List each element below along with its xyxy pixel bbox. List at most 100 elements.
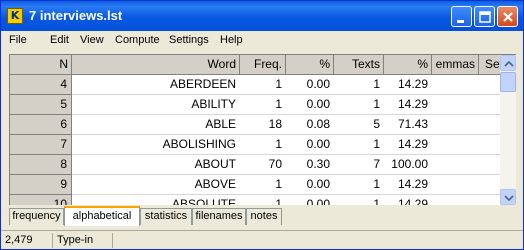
cell-texts-pct: 14.29 — [384, 195, 432, 205]
cell-texts: 1 — [334, 95, 384, 115]
cell-lemmas — [432, 195, 479, 205]
cell-texts: 1 — [334, 175, 384, 195]
cell-pct: 0.00 — [286, 175, 334, 195]
cell-pct: 0.30 — [286, 155, 334, 175]
col-header-pct[interactable]: % — [286, 55, 334, 75]
vertical-scrollbar[interactable] — [500, 55, 516, 205]
cell-texts-pct: 14.29 — [384, 75, 432, 95]
cell-set — [479, 115, 500, 135]
cell-set — [479, 195, 500, 205]
menu-edit[interactable]: Edit — [50, 34, 69, 46]
table-row[interactable]: 9 ABOVE 1 0.00 1 14.29 — [10, 175, 500, 195]
cell-texts-pct: 71.43 — [384, 115, 432, 135]
cell-n: 8 — [10, 155, 72, 175]
status-bar: 2,479 Type-in — [1, 230, 523, 250]
cell-pct: 0.00 — [286, 95, 334, 115]
cell-set — [479, 175, 500, 195]
col-header-n[interactable]: N — [10, 55, 72, 75]
cell-set — [479, 135, 500, 155]
app-window: K 7 interviews.lst File Edit View Comput… — [0, 0, 524, 250]
cell-set — [479, 75, 500, 95]
cell-texts-pct: 14.29 — [384, 175, 432, 195]
cell-word: ABOUT — [72, 155, 240, 175]
status-mode: Type-in — [53, 233, 113, 248]
close-button[interactable] — [497, 6, 518, 27]
window-title: 7 interviews.lst — [29, 8, 123, 23]
title-bar[interactable]: K 7 interviews.lst — [1, 1, 523, 31]
col-header-texts[interactable]: Texts — [334, 55, 384, 75]
cell-lemmas — [432, 135, 479, 155]
col-header-set[interactable]: Set — [479, 55, 500, 75]
scroll-down-icon — [504, 195, 514, 202]
cell-texts: 7 — [334, 155, 384, 175]
table-row[interactable]: 6 ABLE 18 0.08 5 71.43 — [10, 115, 500, 135]
maximize-icon — [479, 11, 491, 23]
status-count: 2,479 — [1, 233, 53, 248]
cell-texts: 5 — [334, 115, 384, 135]
scroll-down-button[interactable] — [500, 189, 516, 205]
cell-lemmas — [432, 95, 479, 115]
tab-filenames[interactable]: filenames — [192, 208, 246, 225]
grid-viewport: N Word Freq. % Texts % emmas Set 4ABERDE… — [10, 55, 500, 205]
scroll-up-button[interactable] — [500, 55, 516, 71]
table-row[interactable]: 8 ABOUT 70 0.30 7 100.00 — [10, 155, 500, 175]
cell-n: 4 — [10, 75, 72, 95]
tab-frequency[interactable]: frequency — [9, 208, 64, 225]
cell-word: ABLE — [72, 115, 240, 135]
cell-texts: 1 — [334, 195, 384, 205]
cell-freq: 1 — [240, 135, 286, 155]
cell-freq: 18 — [240, 115, 286, 135]
tab-alphabetical[interactable]: alphabetical — [64, 206, 140, 226]
maximize-button[interactable] — [474, 6, 495, 27]
cell-word: ABERDEEN — [72, 75, 240, 95]
app-icon[interactable]: K — [7, 8, 23, 24]
menu-file[interactable]: File — [9, 34, 27, 46]
cell-n: 6 — [10, 115, 72, 135]
cell-freq: 1 — [240, 75, 286, 95]
menu-bar: File Edit View Compute Settings Help — [1, 31, 523, 50]
cell-freq: 70 — [240, 155, 286, 175]
cell-texts-pct: 14.29 — [384, 95, 432, 115]
close-icon — [503, 12, 513, 22]
cell-pct: 0.08 — [286, 115, 334, 135]
table-row[interactable]: 7 ABOLISHING 1 0.00 1 14.29 — [10, 135, 500, 155]
cell-set — [479, 95, 500, 115]
cell-pct: 0.00 — [286, 75, 334, 95]
scroll-thumb[interactable] — [500, 72, 516, 92]
cell-texts-pct: 14.29 — [384, 135, 432, 155]
menu-settings[interactable]: Settings — [169, 34, 209, 46]
cell-n: 5 — [10, 95, 72, 115]
cell-pct: 0.00 — [286, 135, 334, 155]
cell-texts: 1 — [334, 135, 384, 155]
menu-view[interactable]: View — [80, 34, 104, 46]
cell-word: ABOVE — [72, 175, 240, 195]
cell-lemmas — [432, 75, 479, 95]
tab-notes[interactable]: notes — [246, 208, 282, 225]
cell-n: 7 — [10, 135, 72, 155]
col-header-lemmas[interactable]: emmas — [432, 55, 479, 75]
table-row[interactable]: 10 ABSOLUTE 1 0.00 1 14.29 — [10, 195, 500, 205]
minimize-icon — [457, 20, 464, 23]
menu-help[interactable]: Help — [220, 34, 243, 46]
cell-word: ABSOLUTE — [72, 195, 240, 205]
col-header-texts-pct[interactable]: % — [384, 55, 432, 75]
cell-word: ABILITY — [72, 95, 240, 115]
word-list-grid[interactable]: N Word Freq. % Texts % emmas Set 4ABERDE… — [9, 54, 516, 205]
cell-texts-pct: 100.00 — [384, 155, 432, 175]
cell-lemmas — [432, 175, 479, 195]
cell-freq: 1 — [240, 95, 286, 115]
minimize-button[interactable] — [451, 6, 472, 27]
table-row[interactable]: 5 ABILITY 1 0.00 1 14.29 — [10, 95, 500, 115]
tab-statistics[interactable]: statistics — [140, 208, 192, 225]
cell-word: ABOLISHING — [72, 135, 240, 155]
cell-pct: 0.00 — [286, 195, 334, 205]
cell-freq: 1 — [240, 195, 286, 205]
cell-lemmas — [432, 155, 479, 175]
cell-n: 9 — [10, 175, 72, 195]
scroll-up-icon — [504, 60, 514, 67]
col-header-freq[interactable]: Freq. — [240, 55, 286, 75]
table-row[interactable]: 4 ABERDEEN 1 0.00 1 14.29 — [10, 75, 500, 95]
col-header-word[interactable]: Word — [72, 55, 240, 75]
cell-texts: 1 — [334, 75, 384, 95]
menu-compute[interactable]: Compute — [115, 34, 160, 46]
